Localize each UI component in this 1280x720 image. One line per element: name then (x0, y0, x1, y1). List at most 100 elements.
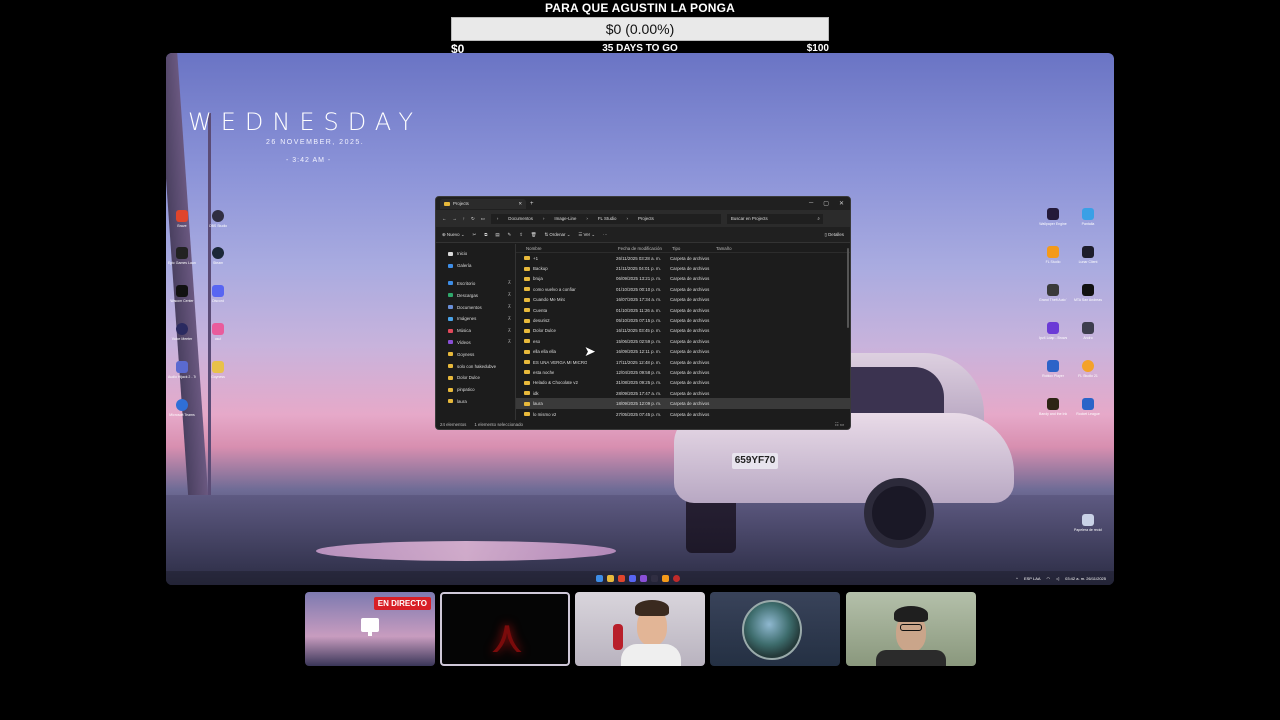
file-explorer-window[interactable]: Projects ✕ + ─ ▢ ✕ ← → ↑ ↻ ▭ › Documento… (435, 196, 851, 430)
nav-item-folder[interactable]: solo con hakedubve (436, 360, 515, 372)
desktop-icon-gta-v[interactable]: Grand Theft Auto V (1039, 284, 1067, 302)
scene-thumbnail-desktop[interactable]: EN DIRECTO (305, 592, 435, 666)
file-row[interactable]: desuris2 05/10/2025 07:15 p. m. Carpeta de… (516, 315, 850, 325)
desktop-icon-steam[interactable]: Steam (204, 247, 232, 265)
maximize-icon[interactable]: ▢ (823, 200, 829, 207)
breadcrumb-item[interactable]: Projects (638, 216, 654, 221)
column-header-date[interactable]: Fecha de modificación (618, 246, 672, 251)
column-header-size[interactable]: Tamaño (716, 246, 736, 251)
file-row[interactable]: laura 18/09/2025 12:09 p. m. Carpeta de ar… (516, 398, 850, 409)
desktop-icon-teams[interactable]: Microsoft Teams (168, 399, 196, 417)
desktop-icon-wallpaper-engine[interactable]: Wallpaper Engine (1039, 208, 1067, 226)
file-row[interactable]: ella ella ella 16/09/2025 12:11 p. m. Carp… (516, 347, 850, 357)
nav-item-escritorio[interactable]: Escritorio ⊼ (436, 278, 515, 290)
clock[interactable]: 03:42 a. m. 26/11/2025 (1065, 576, 1106, 581)
desktop-icon-brave[interactable]: Brave (168, 210, 196, 228)
app-taskbar-icon[interactable] (640, 574, 647, 582)
nav-item-folder[interactable]: Dolor Dulce (436, 372, 515, 384)
file-row[interactable]: idk 28/09/2025 17:47 a. m. Carpeta de arch… (516, 388, 850, 398)
rename-icon[interactable]: ✎ (508, 232, 512, 238)
file-row[interactable]: ES UNA VERGA MI MICRO 17/11/2025 12:48 p.… (516, 357, 850, 367)
explorer-tab-projects[interactable]: Projects ✕ (440, 198, 526, 209)
obs-taskbar-icon[interactable] (651, 574, 658, 582)
nav-item-inicio[interactable]: Inicio (436, 248, 515, 260)
close-window-icon[interactable]: ✕ (839, 200, 844, 207)
file-row[interactable]: Backup 21/11/2025 04:01 p. m. Carpeta de a… (516, 263, 850, 273)
file-row[interactable]: Cuando Me Miro 16/07/2025 17:34 a. m. Carp… (516, 295, 850, 305)
new-tab-button[interactable]: + (530, 201, 534, 207)
nav-item-galeria[interactable]: Galería (436, 260, 515, 272)
back-icon[interactable]: ← (442, 216, 446, 221)
fl-studio-taskbar-icon[interactable] (662, 574, 669, 582)
scene-thumbnail-logo[interactable]: ⋏ (440, 592, 570, 666)
share-icon[interactable]: ⇪ (519, 232, 523, 238)
nav-item-musica[interactable]: Música ⊼ (436, 325, 515, 337)
desktop-icon-obs[interactable]: OBS Studio (204, 210, 232, 228)
copy-icon[interactable]: ⧉ (484, 232, 487, 237)
search-input[interactable]: Buscar en Projects ⌕ (726, 213, 823, 224)
scene-thumbnail-globe[interactable] (710, 592, 840, 666)
language-indicator[interactable]: ESP LAA (1024, 576, 1041, 581)
breadcrumb-item[interactable]: FL Studio (598, 216, 617, 221)
nav-item-folder[interactable]: Goyness (436, 348, 515, 360)
file-row[interactable]: +1 26/11/2025 03:28 a. m. Carpeta de archi… (516, 253, 850, 263)
desktop-icon-bendy[interactable]: Bandy and the Ink Machine (1039, 398, 1067, 416)
desktop-icon-osu[interactable]: osu! (204, 323, 232, 341)
desktop-icon-rocket-league[interactable]: Rocket League (1074, 398, 1102, 416)
refresh-icon[interactable]: ↻ (471, 216, 475, 222)
details-button[interactable]: ▯ Detalles (824, 232, 850, 238)
paste-icon[interactable]: ▤ (495, 232, 499, 238)
nav-item-documentos[interactable]: Documentos ⊼ (436, 301, 515, 313)
volume-icon[interactable]: ◁ (1056, 576, 1059, 581)
file-row[interactable]: Helado & Chocolate v2 31/08/2025 09:25 p.… (516, 378, 850, 388)
file-row[interactable]: como vuelvo a confiar 01/10/2025 00:10 p.… (516, 284, 850, 294)
desktop-icon-audio-hijack[interactable]: Audio Hijack 2 - Tri-care Beta (168, 361, 196, 379)
cut-icon[interactable]: ✂ (473, 232, 477, 238)
file-explorer-taskbar-icon[interactable] (607, 574, 614, 582)
view-toggle-icon[interactable]: ☷ ▭ (835, 422, 850, 428)
nav-item-videos[interactable]: Vídeos ⊼ (436, 337, 515, 349)
desktop-icon-mta[interactable]: MTA San Andreas 1.6 (1074, 284, 1102, 302)
file-row[interactable]: Cuenta 01/10/2025 11:26 a. m. Carpeta de a… (516, 305, 850, 315)
nav-item-folder[interactable]: laura (436, 396, 515, 408)
desktop-icon-fl-studio-21[interactable]: FL Studio 21 (1074, 360, 1102, 378)
file-row[interactable]: esta noche 12/04/2025 09:58 p. m. Carpeta … (516, 367, 850, 377)
tray-overflow-icon[interactable]: ^ (1016, 576, 1018, 581)
desktop-icon-lunar-client[interactable]: Lunar Client (1074, 246, 1102, 264)
minimize-icon[interactable]: ─ (809, 200, 813, 207)
record-taskbar-icon[interactable] (673, 574, 680, 582)
brave-taskbar-icon[interactable] (618, 574, 625, 582)
desktop-icon-pantalla[interactable]: Pantalla (1074, 208, 1102, 226)
forward-icon[interactable]: → (452, 216, 456, 221)
up-icon[interactable]: ↑ (463, 216, 465, 221)
view-button[interactable]: ☰ Ver ⌄ (578, 232, 595, 238)
more-button[interactable]: ··· (603, 232, 607, 237)
scene-thumbnail-webcam[interactable] (575, 592, 705, 666)
nav-item-imagenes[interactable]: Imágenes ⊼ (436, 313, 515, 325)
desktop-icon-fl-studio[interactable]: FL Studio (1039, 246, 1067, 264)
new-button[interactable]: ⊕ Nuevo ⌄ (442, 232, 465, 238)
start-icon[interactable] (596, 574, 603, 582)
nav-item-folder[interactable]: pinpatico (436, 384, 515, 396)
file-row[interactable]: bruja 06/09/2025 13:21 p. m. Carpeta de ar… (516, 274, 850, 284)
breadcrumb-item[interactable]: Image-Line (554, 216, 576, 221)
breadcrumb-item[interactable]: Documentos (508, 216, 533, 221)
file-row[interactable]: Dolor Dulce 16/11/2025 03:45 p. m. Carpeta… (516, 326, 850, 336)
breadcrumb[interactable]: › Documentos › Image-Line › FL Studio › Pro… (490, 213, 721, 224)
desktop-icon-voicemeeter[interactable]: Voice Meeter (168, 323, 196, 341)
desktop-icon-roblox[interactable]: Roblox Player (1039, 360, 1067, 378)
file-row[interactable]: eso 15/06/2025 02:59 p. m. Carpeta de arch… (516, 336, 850, 346)
sort-button[interactable]: ⇅ Ordenar ⌄ (544, 232, 570, 238)
nav-item-descargas[interactable]: Descargas ⊼ (436, 289, 515, 301)
column-header-name[interactable]: Nombre (526, 246, 618, 251)
desktop-icon-plugins[interactable]: Ipv4 Ldap - Browse Plugins (1039, 322, 1067, 340)
desktop-icon-recycle-bin[interactable]: Papelera de reciclaje (1074, 514, 1102, 532)
wifi-icon[interactable]: ◠ (1047, 576, 1051, 581)
close-tab-icon[interactable]: ✕ (518, 201, 522, 207)
column-header-type[interactable]: Tipo (672, 246, 716, 251)
desktop-icon-discord[interactable]: Discord (204, 285, 232, 303)
discord-taskbar-icon[interactable] (629, 574, 636, 582)
desktop-icon-epic[interactable]: Epic Games Launcher (168, 247, 196, 265)
scrollbar[interactable] (847, 248, 849, 328)
file-row[interactable]: lo mismo v2 27/05/2025 07:45 p. m. Carpeta… (516, 409, 850, 419)
